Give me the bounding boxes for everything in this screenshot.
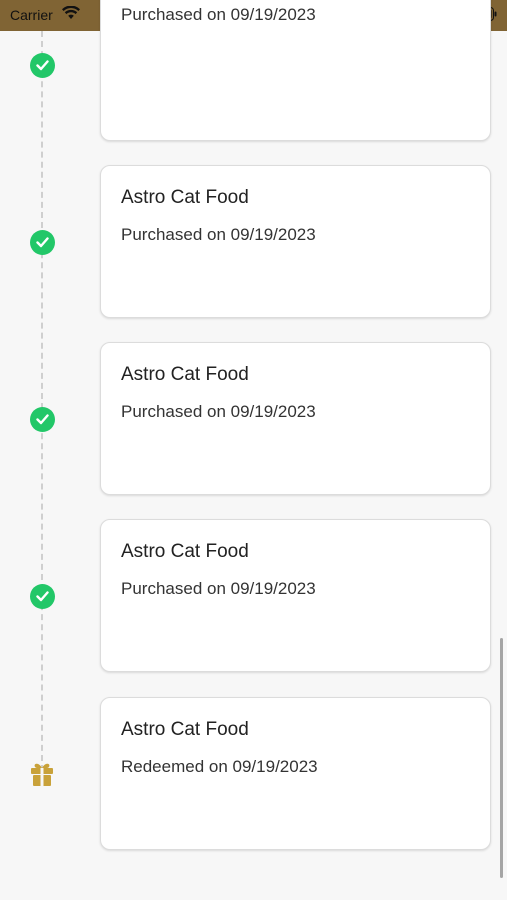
timeline-line <box>41 31 43 771</box>
check-icon <box>30 584 55 609</box>
timeline-card[interactable]: Astro Cat Food Purchased on 09/19/2023 <box>100 342 491 495</box>
check-icon <box>30 407 55 432</box>
card-status: Purchased on 09/19/2023 <box>121 225 316 244</box>
check-icon <box>30 230 55 255</box>
timeline-card[interactable]: Astro Cat Food Purchased on 09/19/2023 <box>100 165 491 318</box>
timeline-card[interactable]: Astro Cat Food Purchased on 09/19/2023 <box>100 519 491 672</box>
card-title: Astro Cat Food <box>121 187 249 208</box>
check-icon <box>30 53 55 78</box>
scrollbar[interactable] <box>500 638 503 878</box>
card-status: Purchased on 09/19/2023 <box>121 5 316 24</box>
card-status: Purchased on 09/19/2023 <box>121 579 316 598</box>
card-status: Purchased on 09/19/2023 <box>121 402 316 421</box>
card-title: Astro Cat Food <box>121 541 249 562</box>
gift-icon <box>31 763 53 786</box>
card-title: Astro Cat Food <box>121 719 249 740</box>
card-status: Redeemed on 09/19/2023 <box>121 757 318 776</box>
timeline-card[interactable]: Purchased on 09/19/2023 <box>100 0 491 141</box>
card-title: Astro Cat Food <box>121 364 249 385</box>
timeline-card[interactable]: Astro Cat Food Redeemed on 09/19/2023 <box>100 697 491 850</box>
